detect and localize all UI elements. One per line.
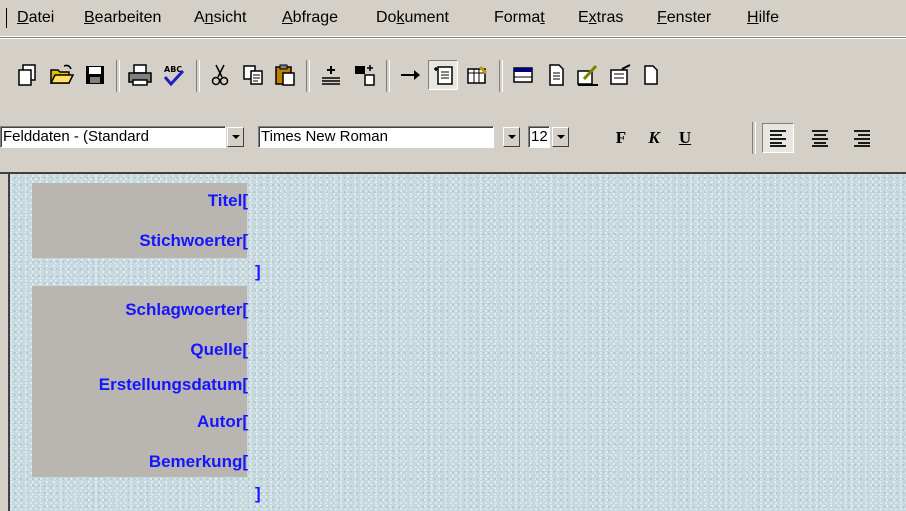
menu-bar: Datei Bearbeiten Ansicht Abfrage Dokumen…	[0, 0, 906, 37]
arrow-right-icon	[401, 70, 420, 80]
menu-bearbeiten[interactable]: Bearbeiten	[84, 9, 161, 27]
font-size-select[interactable]: 12	[528, 126, 550, 148]
cut-icon	[211, 64, 229, 86]
blank-page-icon	[644, 65, 658, 85]
design-button[interactable]	[606, 60, 636, 90]
align-right-button[interactable]	[846, 125, 878, 151]
print-button[interactable]	[125, 60, 155, 90]
field-label-autor[interactable]: Autor[	[8, 412, 248, 432]
bold-button[interactable]: F	[608, 125, 634, 151]
copy-icon	[243, 65, 263, 85]
page-button[interactable]	[541, 60, 571, 90]
field-label-schlagwoerter[interactable]: Schlagwoerter[	[8, 300, 248, 320]
spellcheck-button[interactable]: ABC	[158, 60, 188, 90]
open-folder-icon	[49, 64, 75, 84]
field-close-bracket: ]	[255, 262, 261, 281]
underline-button[interactable]: U	[672, 125, 698, 151]
edit-icon	[577, 64, 598, 86]
insert-field-button[interactable]	[316, 60, 346, 90]
field-label-quelle[interactable]: Quelle[	[8, 340, 248, 360]
new-document-icon	[18, 64, 36, 86]
toolbar-separator	[386, 60, 390, 92]
italic-button[interactable]: K	[641, 125, 667, 151]
form-view-icon	[434, 66, 453, 85]
insert-field-icon	[322, 66, 340, 85]
align-left-button[interactable]	[762, 123, 794, 153]
menu-fenster[interactable]: Fenster	[657, 9, 711, 27]
field-label-bemerkung[interactable]: Bemerkung[	[8, 452, 248, 472]
font-select[interactable]: Times New Roman	[258, 126, 494, 148]
field-close-bracket: ]	[255, 484, 261, 503]
align-center-icon	[812, 130, 828, 147]
system-menu-edge	[0, 8, 7, 28]
toolbar-separator	[499, 60, 503, 92]
copy-button[interactable]	[238, 60, 268, 90]
menu-ansicht[interactable]: Ansicht	[194, 9, 246, 27]
align-right-icon	[854, 130, 870, 147]
window-button[interactable]	[508, 60, 538, 90]
document-frame-edge	[0, 166, 906, 174]
print-icon	[128, 64, 152, 86]
field-label-titel[interactable]: Titel[	[8, 191, 248, 211]
page-icon	[549, 64, 564, 86]
form-view-button[interactable]	[428, 60, 458, 90]
field-label-stichwoerter[interactable]: Stichwoerter[	[8, 231, 248, 251]
query-button[interactable]	[462, 60, 492, 90]
toolbar-separator	[116, 60, 120, 92]
record-icon	[355, 65, 375, 86]
toolbar-separator	[196, 60, 200, 92]
toolbar-separator	[306, 60, 310, 92]
field-label-erstellungsdatum[interactable]: Erstellungsdatum[	[8, 375, 248, 395]
arrow-right-button[interactable]	[396, 60, 426, 90]
menu-abfrage[interactable]: Abfrage	[282, 9, 338, 27]
blank-page-button[interactable]	[636, 60, 666, 90]
font-size-dropdown-arrow-icon[interactable]	[552, 127, 569, 147]
application-window: Datei Bearbeiten Ansicht Abfrage Dokumen…	[0, 0, 906, 511]
paste-button[interactable]	[270, 60, 300, 90]
record-button[interactable]	[350, 60, 380, 90]
window-icon	[513, 67, 533, 83]
menu-extras[interactable]: Extras	[578, 9, 623, 27]
paste-icon	[275, 64, 295, 86]
spellcheck-icon: ABC	[163, 65, 185, 87]
align-center-button[interactable]	[804, 125, 836, 151]
edit-button[interactable]	[573, 60, 603, 90]
style-dropdown-arrow-icon[interactable]	[227, 127, 244, 147]
new-document-button[interactable]	[12, 60, 42, 90]
menu-datei[interactable]: Datei	[17, 9, 54, 27]
menu-dokument[interactable]: Dokument	[376, 9, 449, 27]
font-dropdown-arrow-icon[interactable]	[503, 127, 520, 147]
style-select[interactable]: Felddaten - (Standard	[0, 126, 226, 148]
query-icon	[467, 65, 488, 84]
toolbar-separator	[752, 122, 756, 154]
cut-button[interactable]	[205, 60, 235, 90]
design-icon	[610, 64, 631, 85]
save-button[interactable]	[80, 60, 110, 90]
save-icon	[86, 66, 104, 84]
open-button[interactable]	[47, 60, 77, 90]
menu-format[interactable]: Format	[494, 9, 545, 27]
align-left-icon	[770, 130, 786, 147]
menu-hilfe[interactable]: Hilfe	[747, 9, 779, 27]
